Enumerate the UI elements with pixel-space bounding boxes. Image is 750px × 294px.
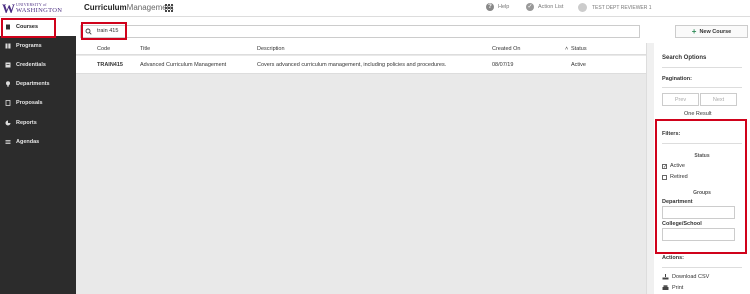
result-count: One Result bbox=[684, 111, 712, 117]
sidebar-item-programs[interactable]: Programs bbox=[0, 36, 76, 55]
retired-label: Retired bbox=[670, 174, 688, 180]
app-title: CurriculumManagement bbox=[84, 3, 173, 12]
sidebar-item-reports[interactable]: Reports bbox=[0, 113, 76, 132]
apps-grid-icon[interactable] bbox=[165, 4, 173, 12]
logo-letter: W bbox=[2, 1, 15, 16]
groups-label: Groups bbox=[693, 190, 711, 196]
filters-label: Filters: bbox=[662, 131, 681, 137]
prev-button[interactable]: Prev bbox=[662, 93, 699, 106]
results-table: Code Title Description Created On ˄ Stat… bbox=[76, 43, 646, 294]
pagination-label: Pagination: bbox=[662, 76, 692, 82]
sidebar-item-agendas[interactable]: Agendas bbox=[0, 132, 76, 151]
sidebar-item-label: Programs bbox=[16, 42, 42, 49]
user-name: TEST DEPT REVIEWER 1 bbox=[592, 4, 652, 11]
avatar bbox=[578, 3, 587, 12]
active-label: Active bbox=[670, 163, 685, 169]
sidebar-item-label: Agendas bbox=[16, 138, 40, 145]
panel-title: Search Options bbox=[662, 55, 707, 61]
book-icon bbox=[5, 43, 11, 49]
sidebar-item-credentials[interactable]: Credentials bbox=[0, 55, 76, 74]
credential-icon bbox=[5, 62, 11, 68]
next-button[interactable]: Next bbox=[700, 93, 737, 106]
help-icon: ? bbox=[486, 3, 494, 11]
check-circle-icon: ✓ bbox=[526, 3, 534, 11]
table-header: Code Title Description Created On ˄ Stat… bbox=[76, 43, 646, 55]
new-course-button[interactable]: + New Course bbox=[675, 25, 748, 38]
app-title-bold: Curriculum bbox=[84, 3, 127, 12]
sidebar-item-label: Credentials bbox=[16, 61, 46, 68]
sidebar-item-label: Proposals bbox=[16, 100, 43, 107]
search-options-panel: Search Options Pagination: Prev Next One… bbox=[654, 43, 750, 294]
plus-icon: + bbox=[691, 27, 697, 36]
cell-code: TRAIN415 bbox=[97, 62, 123, 68]
college-field[interactable] bbox=[662, 228, 735, 241]
actions-label: Actions: bbox=[662, 255, 684, 261]
checkbox-icon bbox=[662, 174, 667, 180]
cell-status: Active bbox=[571, 62, 586, 68]
retired-checkbox[interactable]: Retired bbox=[662, 174, 688, 180]
print-link[interactable]: Print bbox=[662, 285, 683, 291]
sidebar-item-courses[interactable]: Courses bbox=[0, 17, 76, 37]
cell-description: Covers advanced curriculum management, i… bbox=[257, 62, 447, 68]
checkbox-checked-icon: ✓ bbox=[662, 163, 668, 170]
action-list-label: Action List bbox=[538, 4, 564, 10]
sidebar-item-label: Departments bbox=[16, 81, 50, 88]
divider bbox=[662, 143, 742, 144]
department-label: Department bbox=[662, 199, 693, 205]
lightbulb-icon bbox=[6, 81, 10, 87]
divider bbox=[662, 120, 742, 121]
column-header-description[interactable]: Description bbox=[257, 46, 285, 52]
help-link[interactable]: ? Help bbox=[486, 3, 509, 11]
sidebar: Courses Programs Credentials Departments… bbox=[0, 17, 76, 294]
action-list-link[interactable]: ✓ Action List bbox=[526, 3, 563, 11]
column-header-created-on[interactable]: Created On bbox=[492, 46, 520, 52]
help-label: Help bbox=[498, 4, 510, 10]
table-row[interactable]: TRAIN415 Advanced Curriculum Management … bbox=[76, 56, 646, 74]
download-csv-link[interactable]: Download CSV bbox=[662, 274, 709, 280]
document-icon bbox=[6, 24, 10, 30]
column-header-status[interactable]: Status bbox=[571, 46, 587, 52]
search-value: train 415 bbox=[97, 28, 119, 34]
cell-title: Advanced Curriculum Management bbox=[140, 62, 227, 68]
search-input[interactable]: train 415 bbox=[80, 25, 640, 38]
user-menu[interactable]: TEST DEPT REVIEWER 1 bbox=[578, 3, 652, 12]
cell-created-on: 08/07/19 bbox=[492, 62, 514, 68]
uw-logo[interactable]: W UNIVERSITY of WASHINGTON bbox=[2, 1, 74, 16]
panel-divider[interactable] bbox=[646, 43, 654, 294]
chart-icon bbox=[5, 120, 11, 126]
logo-line2: WASHINGTON bbox=[16, 7, 63, 14]
divider bbox=[662, 267, 742, 268]
sidebar-item-label: Courses bbox=[16, 23, 39, 30]
new-course-label: New Course bbox=[699, 28, 732, 35]
college-label: College/School bbox=[662, 221, 702, 227]
sidebar-item-departments[interactable]: Departments bbox=[0, 75, 76, 94]
sidebar-item-proposals[interactable]: Proposals bbox=[0, 94, 76, 113]
proposal-icon bbox=[5, 100, 11, 107]
top-bar: W UNIVERSITY of WASHINGTON CurriculumMan… bbox=[0, 0, 750, 17]
download-label: Download CSV bbox=[672, 274, 710, 280]
active-checkbox[interactable]: ✓ Active bbox=[662, 163, 685, 169]
column-header-title[interactable]: Title bbox=[140, 46, 150, 52]
search-icon bbox=[85, 28, 92, 35]
column-header-code[interactable]: Code bbox=[97, 46, 110, 52]
divider bbox=[662, 67, 742, 68]
print-icon bbox=[662, 285, 669, 290]
divider bbox=[662, 87, 742, 88]
sidebar-item-label: Reports bbox=[16, 119, 37, 126]
print-label: Print bbox=[672, 285, 684, 291]
download-icon bbox=[662, 274, 669, 280]
department-field[interactable] bbox=[662, 206, 735, 219]
sort-icon: ˄ bbox=[565, 46, 569, 52]
status-label: Status bbox=[694, 153, 710, 159]
agenda-icon bbox=[5, 139, 11, 144]
